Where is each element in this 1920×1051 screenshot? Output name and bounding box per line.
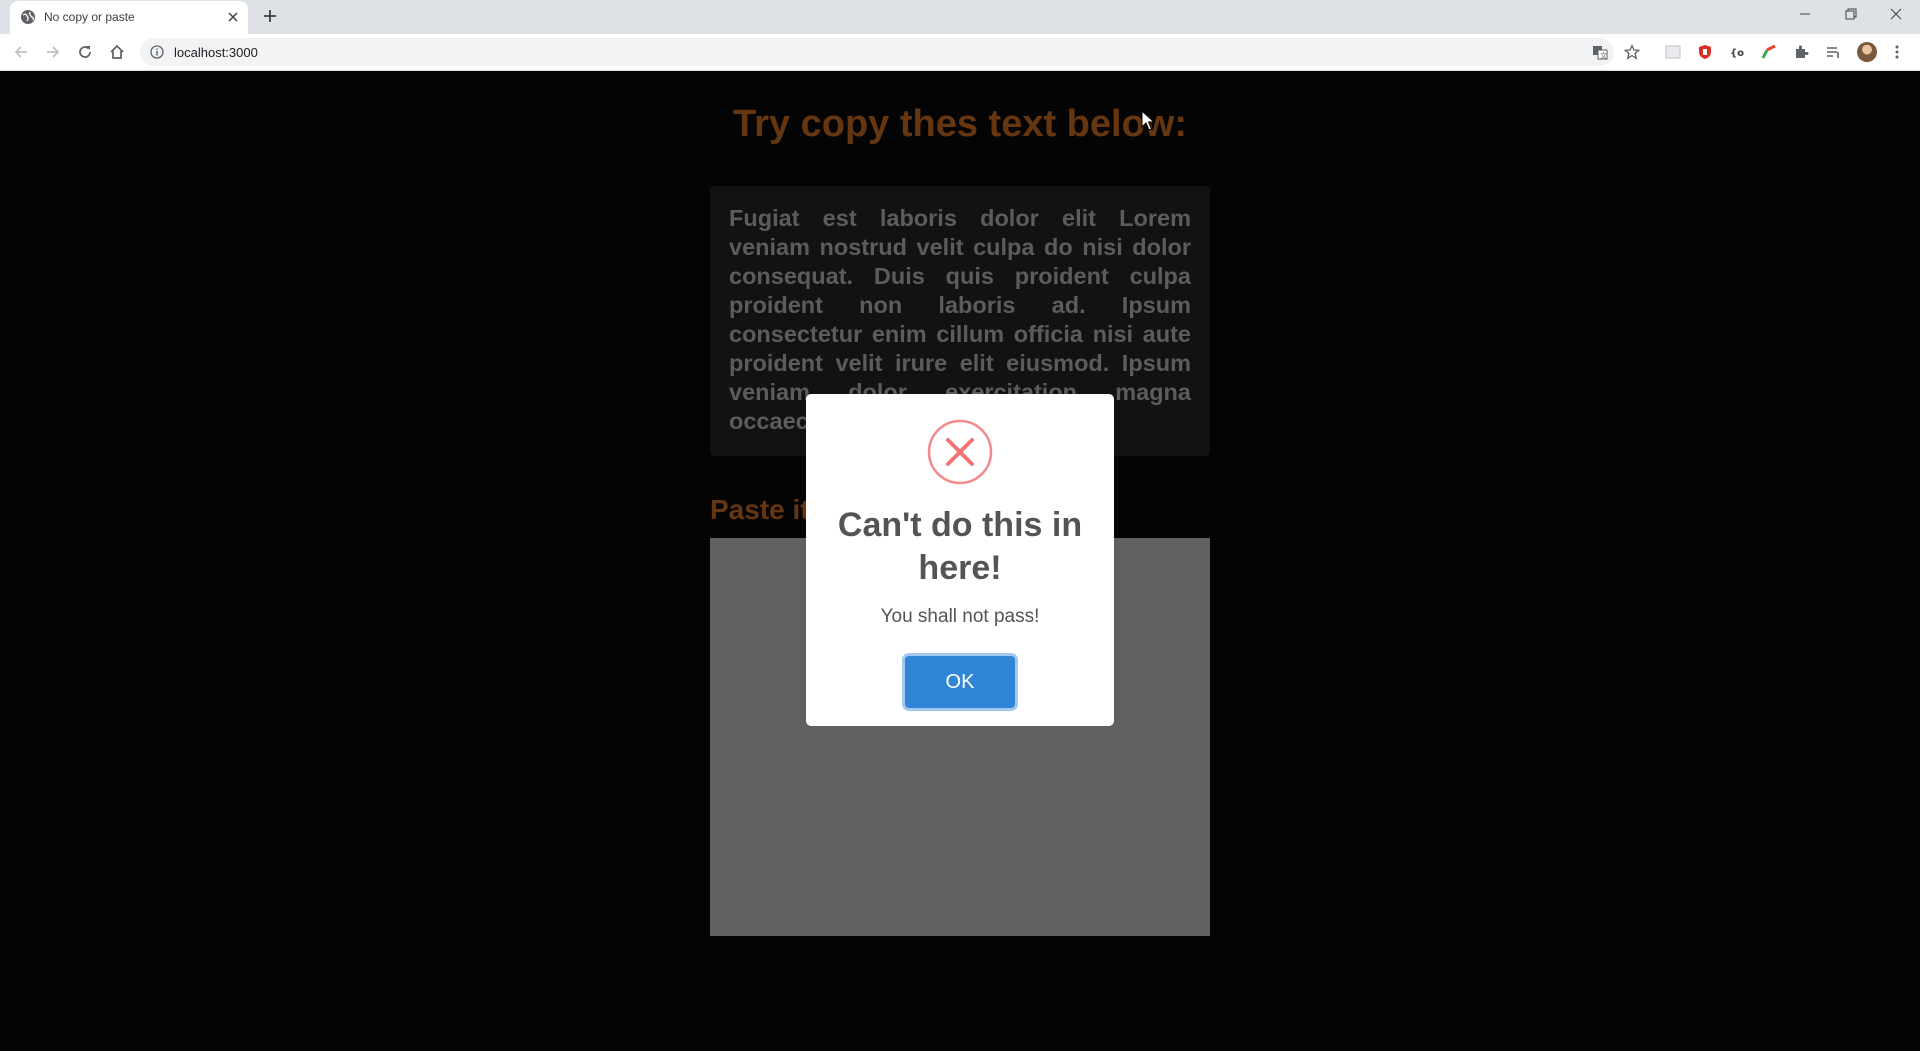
translate-icon[interactable]: 文	[1592, 44, 1608, 60]
extension-blank-icon[interactable]	[1665, 44, 1681, 60]
browser-tab[interactable]: No copy or paste	[10, 1, 248, 34]
media-queue-icon[interactable]	[1825, 44, 1841, 60]
extensions-puzzle-icon[interactable]	[1793, 44, 1809, 60]
shield-icon[interactable]	[1697, 44, 1713, 60]
svg-text:{o}: {o}	[1730, 48, 1745, 59]
bookmark-star-icon[interactable]	[1624, 44, 1640, 60]
ok-button[interactable]: OK	[905, 656, 1015, 708]
close-window-icon[interactable]	[1886, 6, 1906, 22]
color-pen-icon[interactable]	[1761, 44, 1777, 60]
menu-kebab-icon[interactable]	[1889, 44, 1905, 60]
code-extension-icon[interactable]: {o}	[1729, 44, 1745, 60]
tab-title: No copy or paste	[44, 10, 135, 24]
forward-icon[interactable]	[44, 43, 62, 61]
dialog-title: Can't do this in here!	[837, 506, 1083, 587]
minimize-icon[interactable]	[1795, 6, 1815, 22]
globe-icon	[21, 10, 35, 24]
close-tab-icon[interactable]	[226, 10, 240, 24]
browser-toolbar: localhost:3000 文 {o}	[0, 34, 1920, 71]
url-text: localhost:3000	[174, 45, 258, 60]
restore-icon[interactable]	[1840, 6, 1860, 22]
browser-tab-strip: No copy or paste	[0, 0, 1920, 34]
mouse-cursor-icon	[1141, 110, 1155, 131]
error-x-icon	[927, 419, 993, 485]
address-bar[interactable]: localhost:3000 文	[140, 38, 1640, 66]
new-tab-icon[interactable]	[262, 8, 278, 24]
profile-avatar[interactable]	[1857, 42, 1877, 62]
site-info-icon[interactable]	[150, 45, 164, 59]
dialog-message: You shall not pass!	[880, 606, 1040, 627]
svg-text:文: 文	[1600, 51, 1607, 60]
back-icon[interactable]	[12, 43, 30, 61]
home-icon[interactable]	[108, 43, 126, 61]
error-dialog: Can't do this in here! You shall not pas…	[806, 394, 1114, 726]
reload-icon[interactable]	[76, 43, 94, 61]
